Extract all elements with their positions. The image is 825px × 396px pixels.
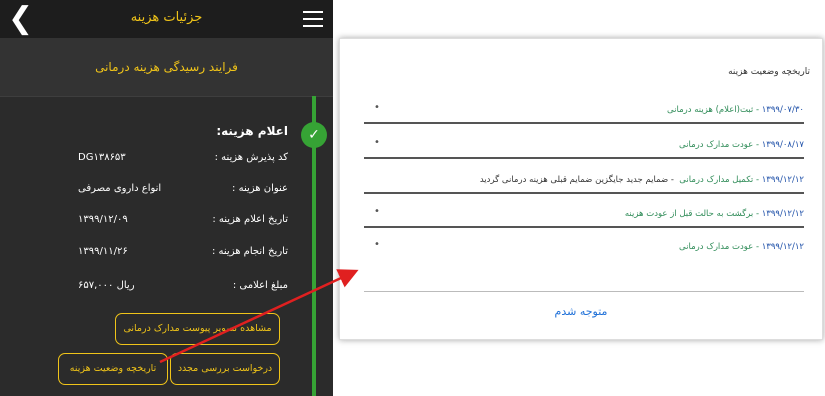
annotation-arrow: [159, 269, 359, 364]
